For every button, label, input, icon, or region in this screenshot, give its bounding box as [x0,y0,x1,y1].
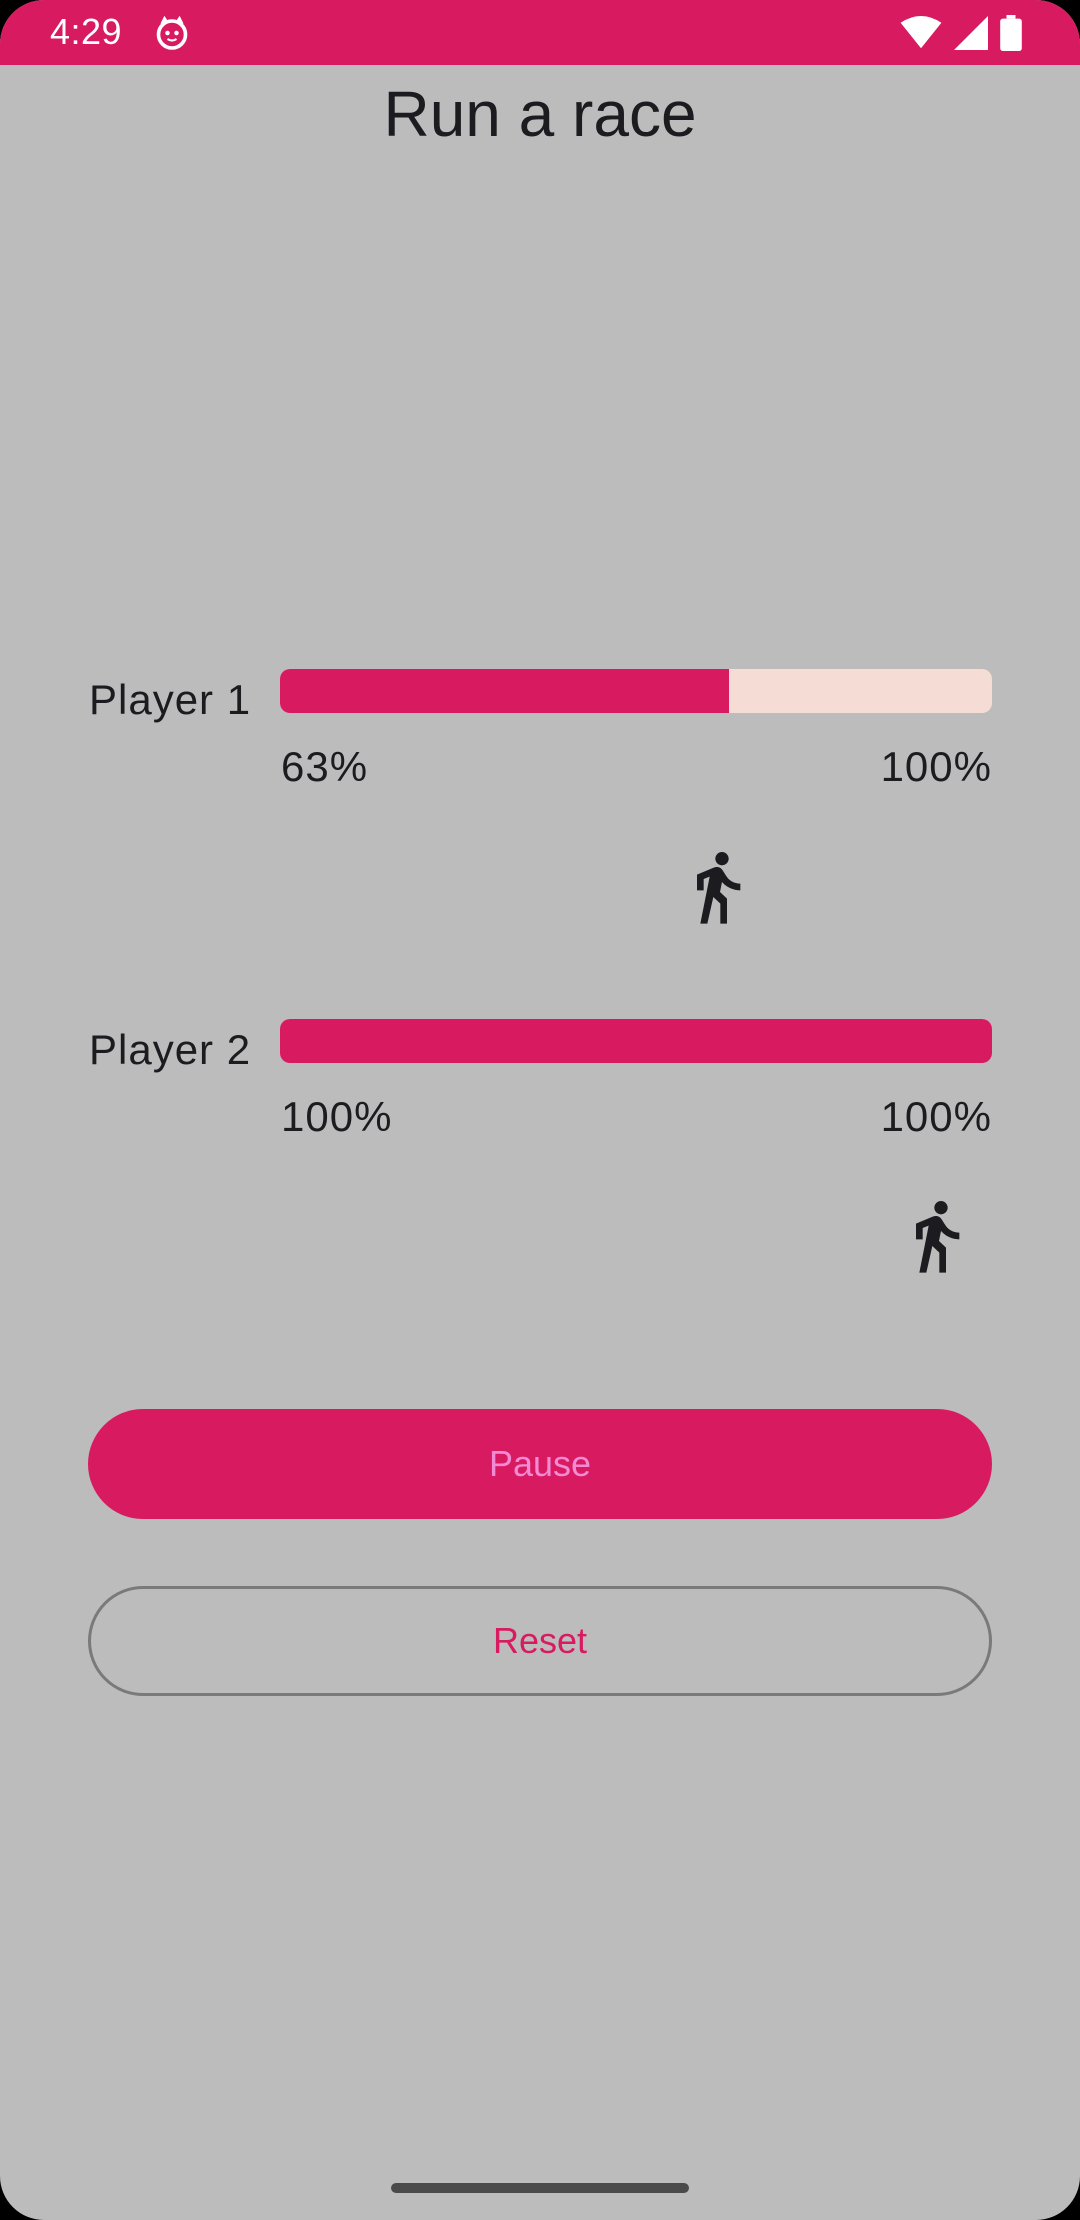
player-2-progress-value: 100% [281,1093,393,1140]
page-title: Run a race [383,78,697,150]
player-1-progress-fill [280,669,729,713]
walking-person-icon [916,1201,960,1273]
race-screen: 4:29 Run a race Player 1 63% 100% Player… [0,0,1080,2220]
home-indicator[interactable] [391,2183,689,2193]
player-2-progress-max: 100% [880,1093,992,1140]
reset-button[interactable]: Reset [88,1586,992,1696]
player-1-progress-max: 100% [880,743,992,790]
walking-person-icon [696,852,740,924]
pause-button[interactable]: Pause [88,1409,992,1519]
player-1-progress-track [280,669,992,713]
player-2-label: Player 2 [89,1026,252,1073]
player-2-progress-track [280,1019,992,1063]
wifi-icon [900,16,942,49]
cell-signal-icon [954,16,988,50]
player-1-progress-value: 63% [281,743,369,790]
battery-icon [1000,15,1022,51]
cat-icon [156,15,188,50]
status-bar: 4:29 [0,0,1080,65]
player-2-progress-fill [280,1019,992,1063]
status-icons [900,14,1022,52]
status-time: 4:29 [50,11,123,52]
player-1-label: Player 1 [89,676,252,723]
